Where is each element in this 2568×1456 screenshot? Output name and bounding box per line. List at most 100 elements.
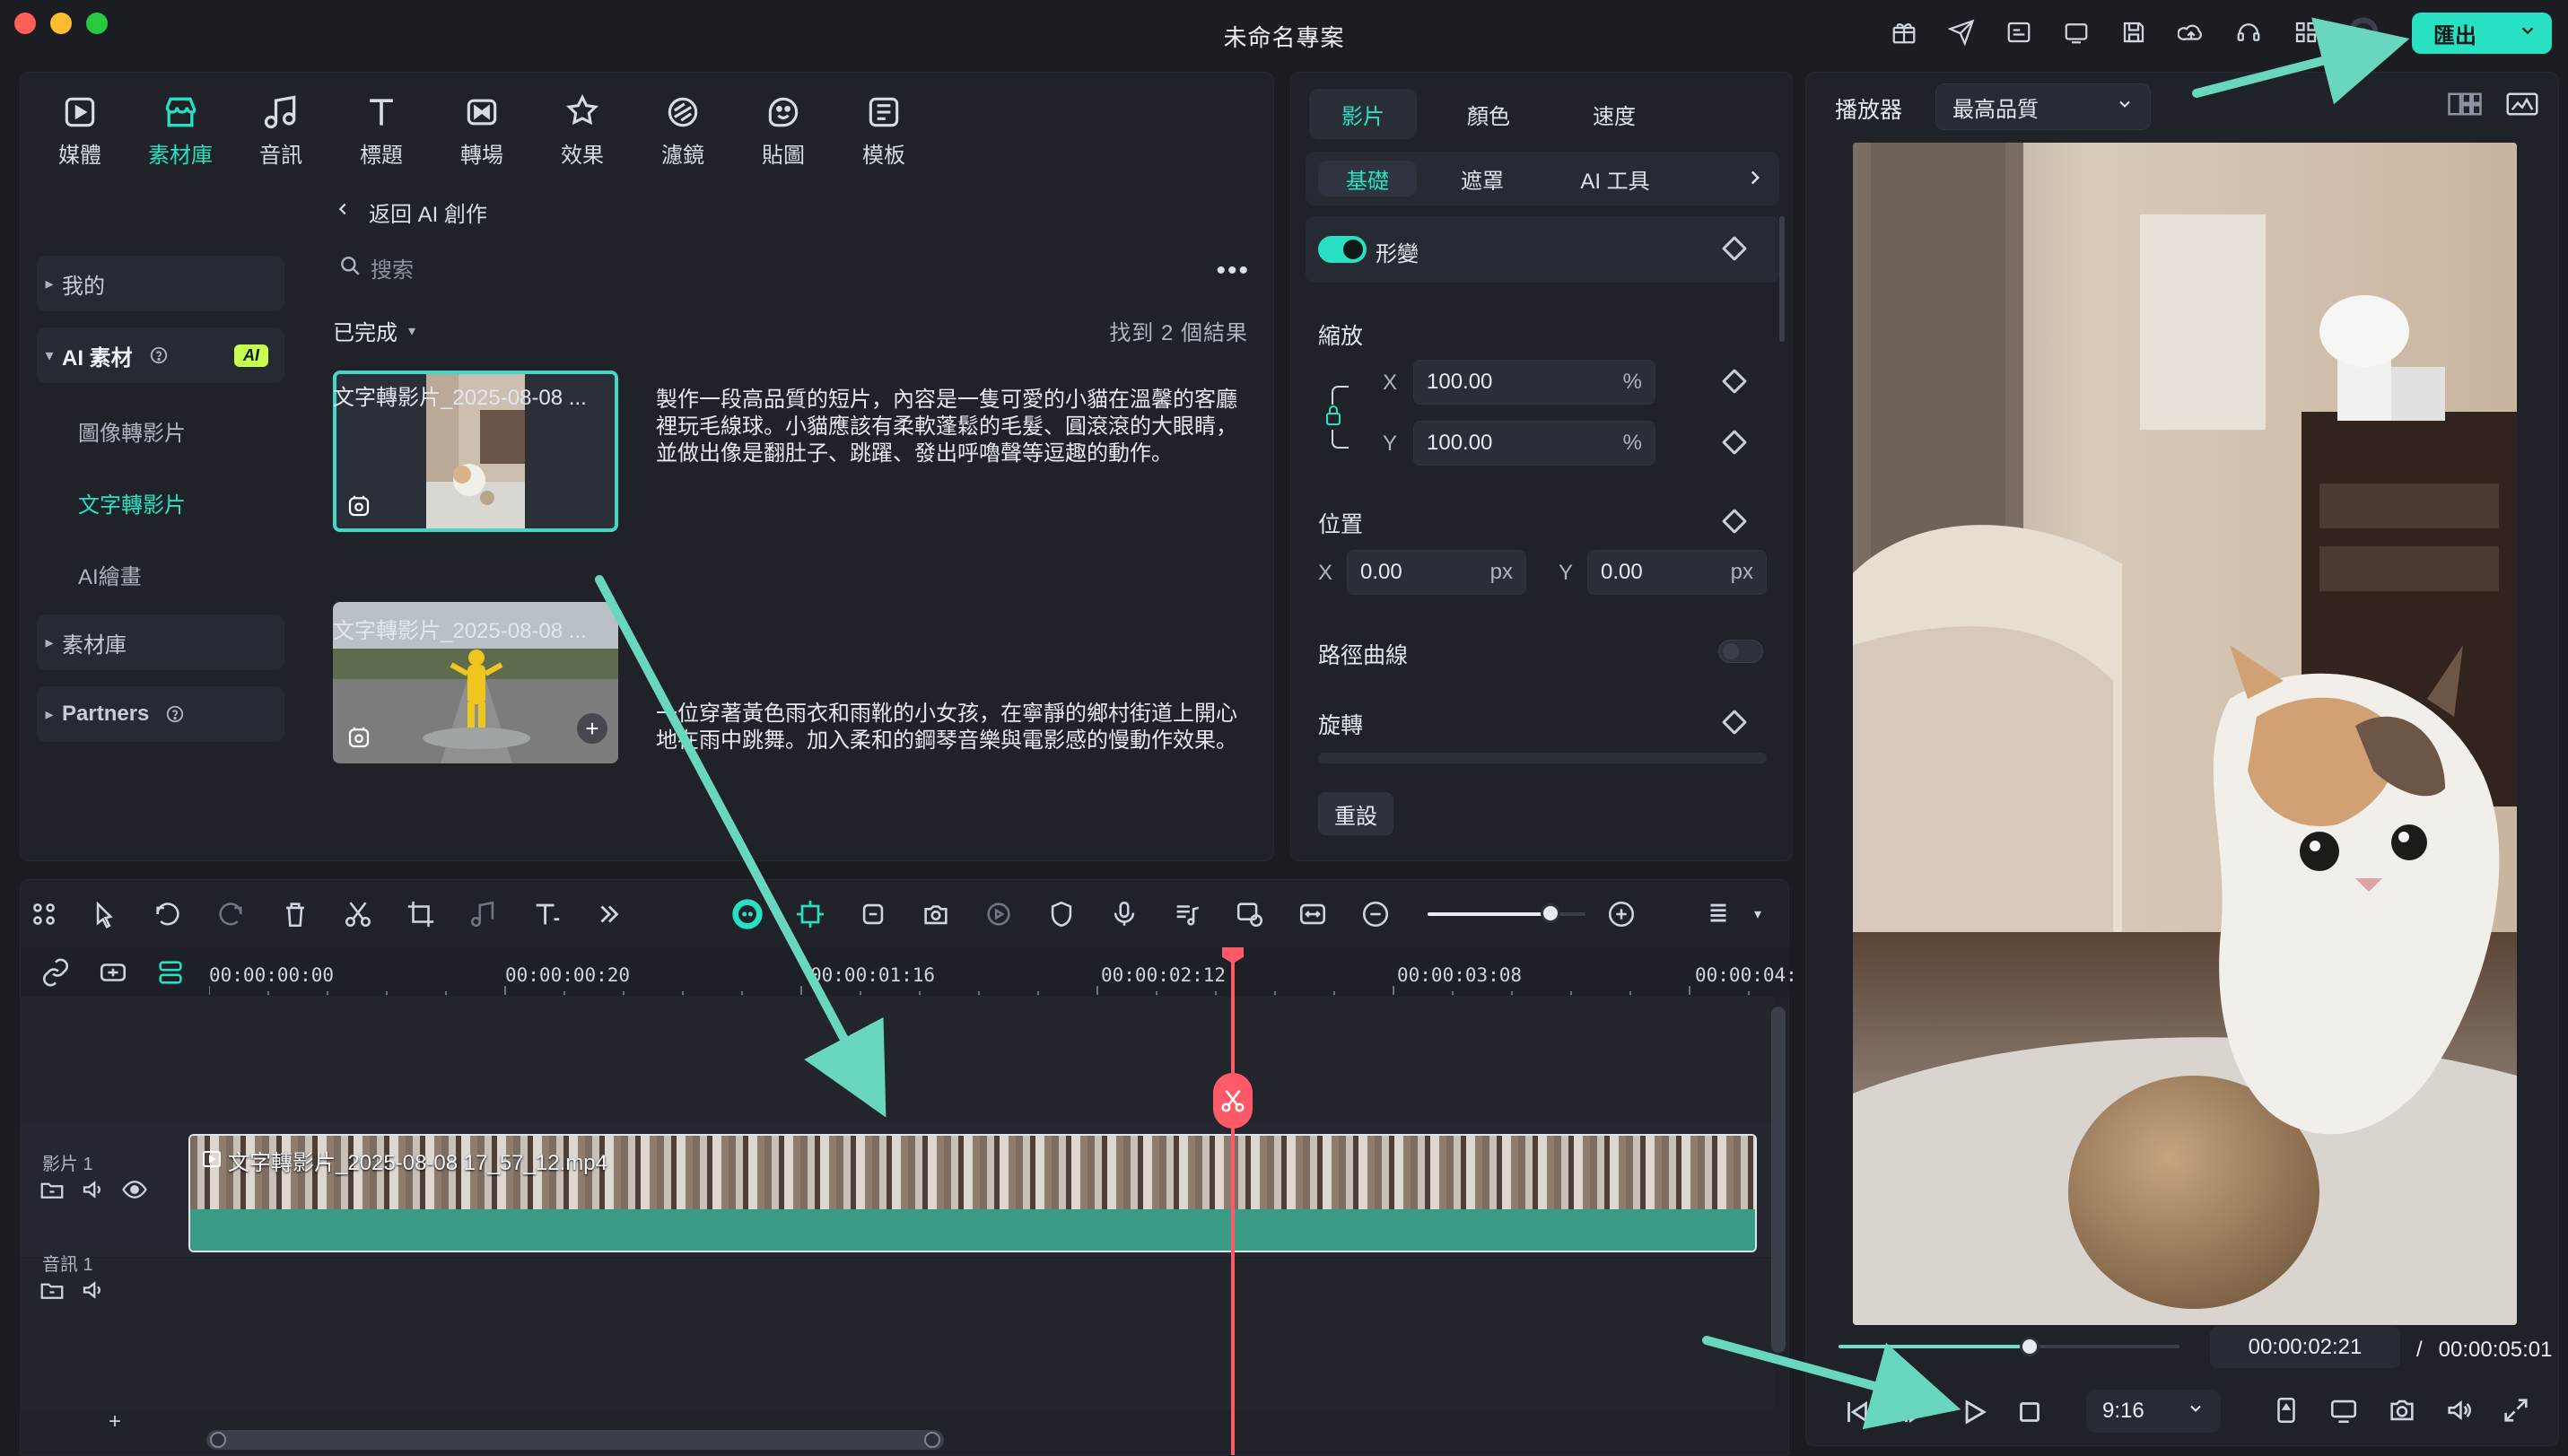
music-edit-icon[interactable] xyxy=(1169,896,1205,932)
add-track-icon[interactable] xyxy=(96,957,130,992)
folder-lock-icon[interactable] xyxy=(39,1277,66,1308)
save-icon[interactable] xyxy=(2118,16,2150,48)
volume-icon[interactable] xyxy=(80,1277,107,1308)
fit-icon[interactable] xyxy=(1295,896,1331,932)
grid-icon[interactable] xyxy=(2290,16,2322,48)
tab-audio[interactable]: 音訊 xyxy=(236,80,326,168)
tab-speed[interactable]: 速度 xyxy=(1560,89,1668,139)
previous-frame-icon[interactable] xyxy=(1840,1395,1874,1434)
keyframe-icon[interactable] xyxy=(1721,368,1748,395)
subtab-ai-tools[interactable]: AI 工具 xyxy=(1548,161,1682,196)
scale-y-input[interactable]: 100.00 % xyxy=(1413,421,1655,466)
scroll-handle-right[interactable] xyxy=(924,1432,940,1448)
screen-record-icon[interactable] xyxy=(1232,896,1268,932)
ai-assistant-icon[interactable] xyxy=(729,896,765,932)
export-button[interactable]: 匯出 xyxy=(2412,13,2552,54)
subtab-mask[interactable]: 遮罩 xyxy=(1433,161,1532,196)
stop-icon[interactable] xyxy=(2013,1395,2047,1434)
aspect-ratio-select[interactable]: 9:16 xyxy=(2086,1390,2221,1433)
eye-icon[interactable] xyxy=(121,1176,148,1208)
lock-icon[interactable] xyxy=(1318,378,1354,463)
snap-icon[interactable] xyxy=(792,896,828,932)
subtab-basic[interactable]: 基礎 xyxy=(1318,161,1417,196)
playhead[interactable] xyxy=(1231,949,1235,1455)
scale-x-input[interactable]: 100.00 % xyxy=(1413,360,1655,405)
render-icon[interactable] xyxy=(981,896,1017,932)
volume-icon[interactable] xyxy=(2443,1395,2476,1430)
chart-icon[interactable] xyxy=(2504,91,2540,122)
avatar-icon[interactable] xyxy=(2347,16,2380,48)
tab-sticker[interactable]: 貼圖 xyxy=(738,80,828,168)
camera-icon[interactable] xyxy=(2386,1395,2418,1430)
select-tool-icon[interactable] xyxy=(89,896,125,932)
timeline-horizontal-scrollbar[interactable] xyxy=(206,1430,944,1450)
chevron-right-icon[interactable] xyxy=(1743,166,1767,194)
audio-edit-icon[interactable] xyxy=(466,896,502,932)
monitor-icon[interactable] xyxy=(2060,16,2092,48)
zoom-slider-handle[interactable] xyxy=(1541,903,1561,923)
tab-color[interactable]: 顏色 xyxy=(1435,89,1542,139)
zoom-out-icon[interactable] xyxy=(1358,896,1393,932)
tab-transition[interactable]: 轉場 xyxy=(437,80,527,168)
playback-scrubber[interactable] xyxy=(1839,1337,2179,1356)
sidebar-item-mine[interactable]: ▸ 我的 xyxy=(37,256,284,311)
layout-icon[interactable] xyxy=(26,896,62,932)
tab-title[interactable]: 標題 xyxy=(336,80,426,168)
status-filter[interactable]: 已完成 ▾ xyxy=(333,315,415,346)
zoom-slider[interactable] xyxy=(1428,903,1585,923)
play-icon[interactable] xyxy=(1957,1395,1991,1434)
transform-toggle[interactable] xyxy=(1318,236,1367,263)
tab-store[interactable]: 素材庫 xyxy=(135,80,225,168)
back-to-ai-create[interactable]: 返回 AI 創作 xyxy=(333,196,487,228)
display-icon[interactable] xyxy=(2327,1395,2361,1430)
fullscreen-icon[interactable] xyxy=(2501,1395,2531,1430)
reset-button[interactable]: 重設 xyxy=(1318,792,1393,835)
headset-icon[interactable] xyxy=(2232,16,2265,48)
scroll-handle-left[interactable] xyxy=(210,1432,226,1448)
tracks-menu-icon[interactable] xyxy=(1700,896,1736,932)
link-icon[interactable] xyxy=(40,957,71,992)
tab-media[interactable]: 媒體 xyxy=(35,80,125,168)
path-curve-toggle[interactable] xyxy=(1718,640,1763,663)
quality-select[interactable]: 最高品質 xyxy=(1935,83,2151,130)
panel-scrollbar[interactable] xyxy=(1779,216,1785,342)
position-x-input[interactable]: 0.00 px xyxy=(1347,550,1526,595)
cut-icon[interactable] xyxy=(340,896,376,932)
scrubber-handle[interactable] xyxy=(2019,1337,2040,1356)
sidebar-item-image-to-video[interactable]: 圖像轉影片 xyxy=(78,415,186,447)
keyframe-icon[interactable] xyxy=(1721,508,1748,535)
video-clip[interactable]: 文字轉影片_2025-08-08 17_57_12.mp4 xyxy=(188,1134,1757,1252)
timeline-vertical-scrollbar[interactable] xyxy=(1771,1007,1786,1353)
redo-icon[interactable] xyxy=(213,896,249,932)
zoom-in-icon[interactable] xyxy=(1603,896,1639,932)
tab-filter[interactable]: 濾鏡 xyxy=(638,80,728,168)
help-icon[interactable] xyxy=(165,704,185,724)
send-icon[interactable] xyxy=(1945,16,1978,48)
tab-template[interactable]: 模板 xyxy=(839,80,929,168)
caret-down-icon[interactable]: ▾ xyxy=(1740,896,1776,932)
position-y-input[interactable]: 0.00 px xyxy=(1587,550,1767,595)
gift-icon[interactable] xyxy=(1888,16,1920,48)
search-input[interactable]: 搜索 xyxy=(333,243,1266,290)
sidebar-item-ai-material[interactable]: ▾ AI 素材 AI xyxy=(37,327,284,383)
ai-camera-icon[interactable] xyxy=(918,896,954,932)
sidebar-item-text-to-video[interactable]: 文字轉影片 xyxy=(78,487,186,519)
sidebar-item-partners[interactable]: ▸ Partners xyxy=(37,686,284,742)
folder-lock-icon[interactable] xyxy=(39,1176,66,1208)
split-scissor-button[interactable] xyxy=(1213,1073,1253,1129)
shield-icon[interactable] xyxy=(1044,896,1079,932)
text-tool-icon[interactable] xyxy=(528,896,564,932)
cloud-upload-icon[interactable] xyxy=(2175,16,2207,48)
auto-ripple-icon[interactable] xyxy=(855,896,891,932)
sidebar-item-library[interactable]: ▸ 素材庫 xyxy=(37,615,284,670)
microphone-icon[interactable] xyxy=(1106,896,1142,932)
keyframe-icon[interactable] xyxy=(1721,429,1748,456)
volume-icon[interactable] xyxy=(80,1176,107,1208)
more-options-icon[interactable]: ••• xyxy=(1216,256,1250,286)
track-layout-icon[interactable] xyxy=(155,957,186,992)
sidebar-item-ai-painting[interactable]: AI繪畫 xyxy=(78,559,142,590)
mark-icon[interactable] xyxy=(2271,1395,2302,1430)
next-frame-icon[interactable] xyxy=(1898,1395,1932,1434)
add-track-button[interactable]: + xyxy=(109,1409,121,1434)
more-tools-icon[interactable] xyxy=(591,896,627,932)
